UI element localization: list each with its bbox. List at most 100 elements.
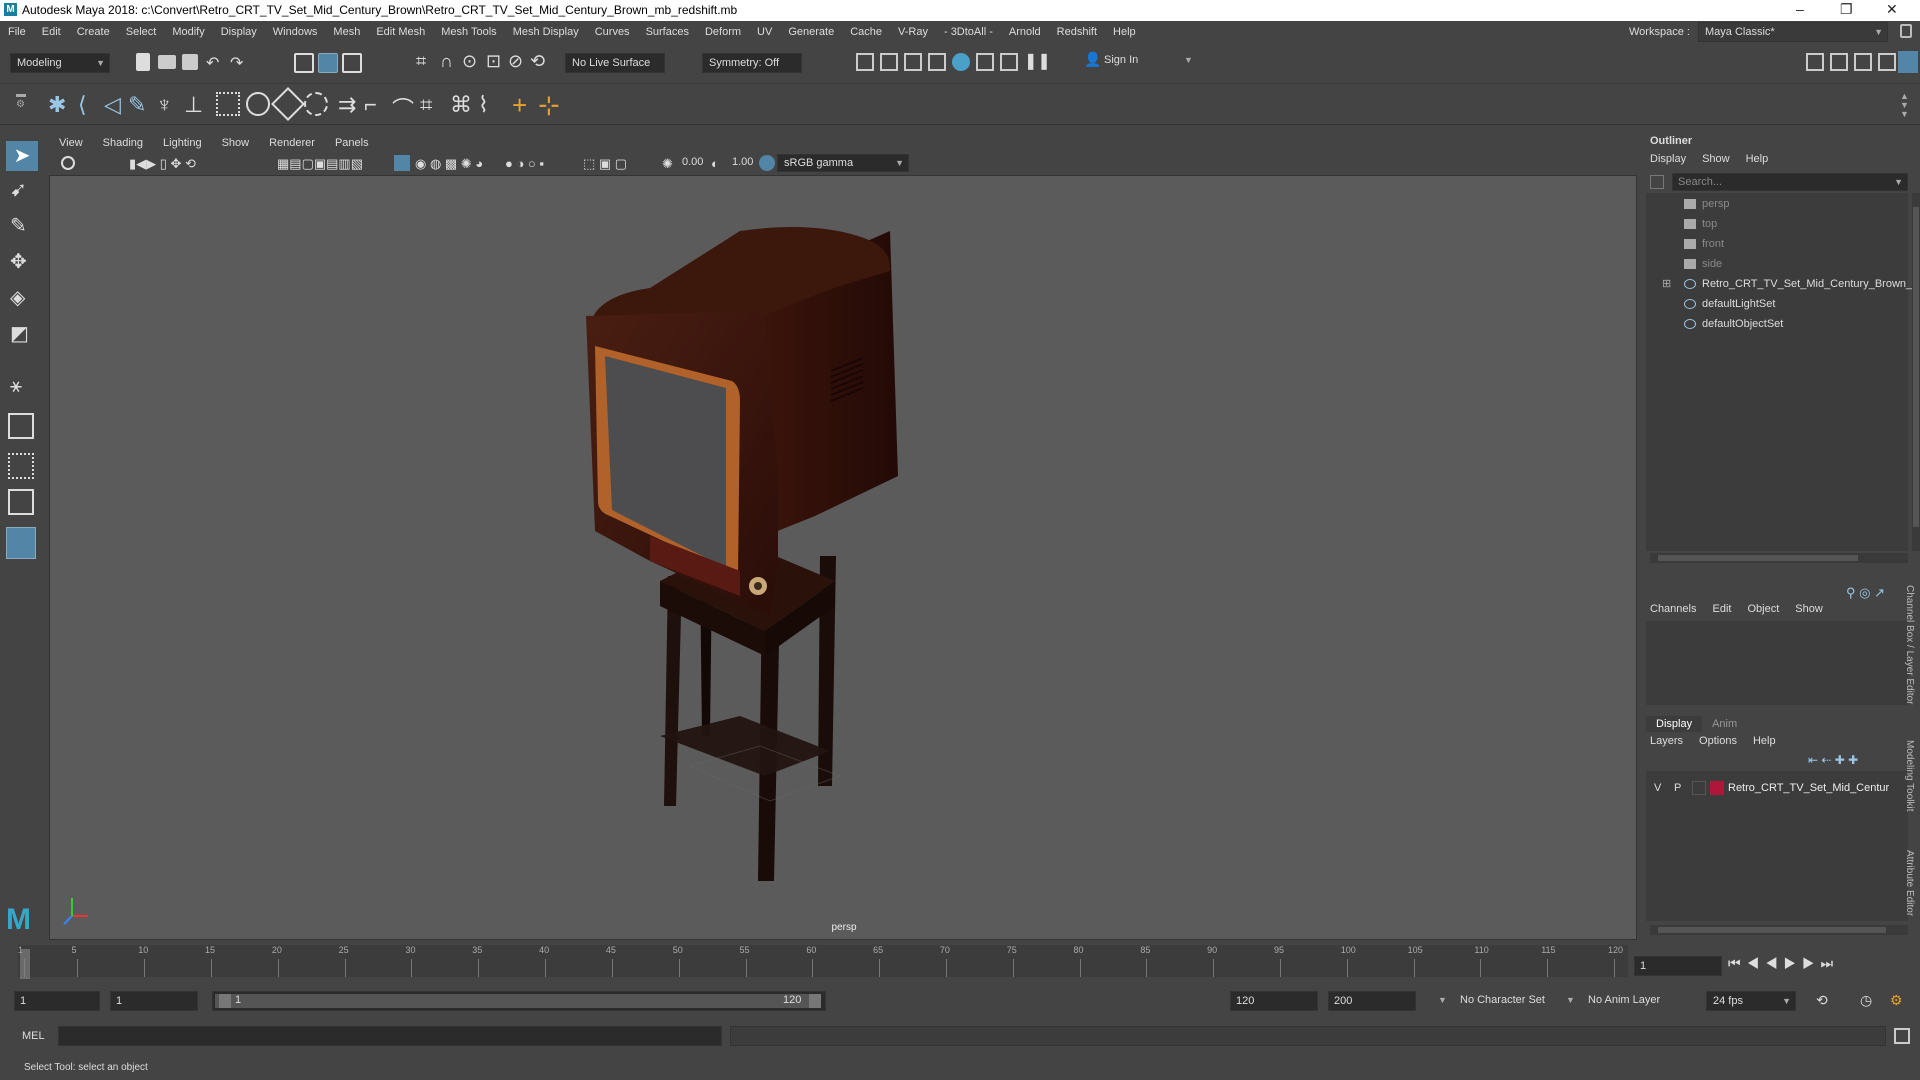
sign-in-button[interactable]: Sign In: [1104, 54, 1138, 66]
select-hierarchy-icon[interactable]: [294, 53, 314, 73]
symmetry-select[interactable]: Symmetry: Off: [702, 53, 802, 73]
multi-cut-icon[interactable]: ⌗: [420, 92, 432, 118]
menu-create[interactable]: Create: [69, 21, 118, 43]
attribute-editor-icon[interactable]: [1830, 53, 1848, 71]
freeze-transform-icon[interactable]: ⊹: [538, 90, 560, 121]
two-pane-icon[interactable]: [8, 489, 34, 515]
outliner-item[interactable]: front: [1684, 235, 1724, 253]
menu-deform[interactable]: Deform: [697, 21, 749, 43]
outliner-layout-icon[interactable]: [6, 527, 36, 559]
channel-box-icon[interactable]: [1878, 53, 1896, 71]
layer-hscrollbar[interactable]: [1650, 925, 1908, 935]
minimize-button[interactable]: –: [1796, 1, 1804, 17]
channel-menu-show[interactable]: Show: [1795, 601, 1839, 617]
target-weld-icon[interactable]: ⌇: [478, 92, 489, 118]
playback-start-field[interactable]: 1: [110, 991, 198, 1011]
extrude-icon[interactable]: ⇉: [338, 92, 356, 118]
auto-key-icon[interactable]: ◷: [1860, 992, 1872, 1009]
layer-name[interactable]: Retro_CRT_TV_Set_Mid_Centur: [1728, 782, 1889, 794]
end-time-field[interactable]: 200: [1328, 991, 1416, 1011]
layer-tab-display[interactable]: Display: [1646, 716, 1703, 732]
channel-menu-channels[interactable]: Channels: [1650, 601, 1712, 617]
menu-mesh[interactable]: Mesh: [325, 21, 368, 43]
cube-icon[interactable]: [271, 87, 305, 121]
menu-surfaces[interactable]: Surfaces: [638, 21, 697, 43]
playback-end-field[interactable]: 120: [1230, 991, 1318, 1011]
layer-row[interactable]: V P Retro_CRT_TV_Set_Mid_Centur: [1646, 779, 1908, 797]
outliner-hscrollbar[interactable]: [1650, 553, 1908, 563]
render-view-icon[interactable]: [856, 53, 874, 71]
maximize-button[interactable]: ❐: [1840, 1, 1853, 18]
isolate-icon[interactable]: ⬚ ▣ ▢: [583, 156, 627, 172]
current-frame-field[interactable]: 1: [1634, 956, 1722, 976]
camera-tools-icon[interactable]: ▮◀▶ ▯ ✥ ⟲: [129, 156, 196, 172]
bezier-curve-icon[interactable]: ◁: [104, 92, 121, 118]
side-tab-channel-box[interactable]: Channel Box / Layer Editor: [1904, 585, 1915, 705]
render-setup-icon[interactable]: [976, 53, 994, 71]
menu-uv[interactable]: UV: [749, 21, 780, 43]
channel-menu-edit[interactable]: Edit: [1712, 601, 1747, 617]
menu-windows[interactable]: Windows: [265, 21, 326, 43]
select-component-icon[interactable]: [342, 53, 362, 73]
joint-icon[interactable]: ⊥: [184, 92, 203, 118]
channel-box-tool-icons[interactable]: ⚲ ◎ ↗: [1846, 585, 1885, 601]
expand-icon[interactable]: ⊞: [1662, 275, 1671, 293]
channel-layer-toggle-icon[interactable]: [1898, 51, 1918, 73]
menu-file[interactable]: File: [0, 21, 34, 43]
snap-pivot-icon[interactable]: ⟲: [530, 51, 545, 72]
close-button[interactable]: ✕: [1886, 1, 1898, 18]
mode-select[interactable]: Modeling ▼: [10, 53, 110, 73]
save-scene-icon[interactable]: [182, 54, 198, 70]
render-settings-icon[interactable]: [928, 53, 946, 71]
layer-color-swatch[interactable]: [1710, 781, 1724, 795]
menu-arnold[interactable]: Arnold: [1001, 21, 1049, 43]
start-time-field[interactable]: 1: [14, 991, 100, 1011]
retro-tv-model[interactable]: [586, 227, 898, 881]
outliner-search-input[interactable]: Search... ▼: [1672, 173, 1908, 191]
color-management-icon[interactable]: [759, 155, 775, 171]
layer-playback-toggle[interactable]: P: [1674, 782, 1681, 794]
grid-toggles-icon[interactable]: ▦▤▢▣▤▥▧: [277, 156, 363, 172]
viewport-menu-panels[interactable]: Panels: [325, 133, 379, 153]
menu-display[interactable]: Display: [213, 21, 265, 43]
asterisk-icon[interactable]: ✱: [48, 92, 66, 118]
outliner-item[interactable]: side: [1684, 255, 1722, 273]
menu-select[interactable]: Select: [118, 21, 165, 43]
select-tool-icon[interactable]: ➤: [6, 141, 38, 171]
viewport-menu-view[interactable]: View: [49, 133, 93, 153]
menu-v-ray[interactable]: V-Ray: [890, 21, 936, 43]
hypershade-icon[interactable]: [952, 53, 970, 71]
script-editor-icon[interactable]: [1894, 1028, 1910, 1044]
anim-layer-select[interactable]: No Anim Layer: [1588, 994, 1660, 1006]
side-tab-modeling-toolkit[interactable]: Modeling Toolkit: [1904, 740, 1915, 812]
camera-attr-icon[interactable]: [61, 156, 75, 170]
outliner-item[interactable]: defaultLightSet: [1684, 295, 1775, 313]
wireframe-on-shaded-icon[interactable]: [394, 155, 410, 171]
render-frame-icon[interactable]: [880, 53, 898, 71]
time-slider[interactable]: 1510152025303540455055606570758085909510…: [0, 945, 1920, 985]
move-tool-icon[interactable]: ✥: [10, 249, 27, 274]
insert-edge-loop-icon[interactable]: ⌘: [450, 92, 472, 118]
layer-type-toggle[interactable]: [1692, 781, 1706, 795]
shelf-scroll-icon[interactable]: ▲ ▼ ▼: [1900, 92, 1909, 119]
lattice-icon[interactable]: [216, 92, 240, 116]
workspace-select[interactable]: Maya Classic* ▼: [1698, 22, 1888, 42]
outliner-item[interactable]: top: [1684, 215, 1717, 233]
menu-edit-mesh[interactable]: Edit Mesh: [368, 21, 433, 43]
soft-select-icon[interactable]: ⚹: [10, 375, 22, 398]
ipr-render-icon[interactable]: [904, 53, 922, 71]
viewport-menu-show[interactable]: Show: [212, 133, 260, 153]
ep-curve-icon[interactable]: ⟨: [78, 92, 87, 118]
menu-edit[interactable]: Edit: [34, 21, 69, 43]
layer-visibility-toggle[interactable]: V: [1654, 782, 1661, 794]
menu-mesh-tools[interactable]: Mesh Tools: [433, 21, 504, 43]
live-surface-field[interactable]: No Live Surface: [565, 53, 665, 73]
single-pane-icon[interactable]: [8, 413, 34, 439]
snap-point-icon[interactable]: ⊙: [462, 51, 477, 72]
snap-curve-icon[interactable]: ∩: [440, 51, 453, 72]
pencil-curve-icon[interactable]: ✎: [128, 92, 146, 118]
menu-curves[interactable]: Curves: [587, 21, 638, 43]
layer-menu-layers[interactable]: Layers: [1650, 733, 1699, 749]
layer-menu-help[interactable]: Help: [1753, 733, 1792, 749]
snap-view-icon[interactable]: ⊡: [486, 51, 501, 72]
